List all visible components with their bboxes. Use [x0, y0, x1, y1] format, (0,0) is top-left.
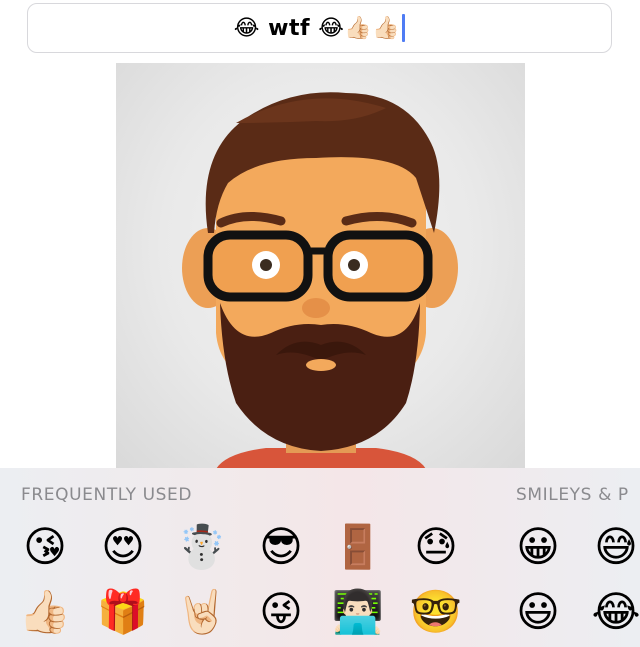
emoji-tears-of-joy[interactable]: 😂 [590, 586, 640, 638]
section-label-smileys: SMILEYS & P [516, 485, 629, 505]
emoji-technologist[interactable]: 👨🏻‍💻 [332, 586, 384, 638]
emoji-winking-tongue[interactable]: 😜 [255, 586, 307, 638]
message-input[interactable]: 😂 wtf 😂👍🏻👍🏻 [27, 3, 612, 53]
section-label-frequently-used: FREQUENTLY USED [21, 485, 193, 505]
emoji-heart-eyes[interactable]: 😍 [97, 521, 149, 573]
emoji-thumbs-up[interactable]: 👍🏻 [19, 586, 71, 638]
emoji-smiley[interactable]: 😃 [512, 586, 564, 638]
emoji-downcast-sweat[interactable]: 😓 [410, 521, 462, 573]
emoji-snowman[interactable]: ☃️ [176, 521, 228, 573]
message-text: 😂 wtf 😂👍🏻👍🏻 [233, 15, 401, 41]
bearded-man-avatar-image [182, 92, 458, 469]
emoji-keyboard: FREQUENTLY USED SMILEYS & P 😘 😍 ☃️ 😎 🚪 😓… [0, 468, 640, 647]
emoji-sunglasses[interactable]: 😎 [255, 521, 307, 573]
text-cursor [402, 14, 406, 42]
emoji-rock-on[interactable]: 🤘🏻 [176, 586, 228, 638]
emoji-nerd-face[interactable]: 🤓 [410, 586, 462, 638]
gif-preview[interactable] [116, 63, 525, 469]
emoji-grinning-face[interactable]: 😀 [512, 521, 564, 573]
emoji-gift[interactable]: 🎁 [97, 586, 149, 638]
emoji-grinning-sweat[interactable]: 😅 [590, 521, 640, 573]
emoji-kissing-face[interactable]: 😘 [19, 521, 71, 573]
emoji-door[interactable]: 🚪 [332, 521, 384, 573]
